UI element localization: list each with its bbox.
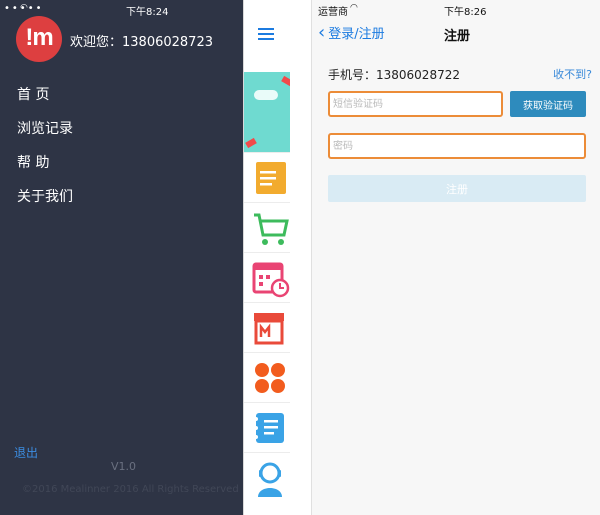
- back-button-label: 登录/注册: [328, 27, 385, 42]
- status-bar: 运营商 ◠ 下午8:26: [312, 0, 600, 18]
- logout-link[interactable]: 退出: [14, 444, 38, 461]
- register-button[interactable]: 注册: [328, 175, 586, 202]
- document-icon: [256, 162, 286, 194]
- phone-number-label: 手机号：13806028722: [328, 68, 460, 82]
- hamburger-menu-icon[interactable]: [258, 28, 274, 40]
- notebook-icon-cell[interactable]: [244, 402, 290, 452]
- menu-item-history[interactable]: 浏览记录: [17, 120, 73, 154]
- chevron-left-icon: ‹: [318, 21, 326, 43]
- status-time: 下午8:24: [126, 7, 169, 18]
- grid-icon: [255, 363, 285, 393]
- not-received-link[interactable]: 收不到?: [553, 66, 592, 82]
- version-label: V1.0: [111, 460, 137, 473]
- calendar-clock-icon: [252, 262, 290, 298]
- carrier-label: 运营商: [318, 7, 348, 18]
- get-code-button[interactable]: 获取验证码: [510, 91, 586, 117]
- drawer-menu: 首 页 浏览记录 帮 助 关于我们: [17, 86, 73, 222]
- welcome-text: 欢迎您：13806028723: [70, 35, 213, 50]
- store-icon: [254, 313, 284, 345]
- document-icon-cell[interactable]: [244, 152, 290, 202]
- wifi-icon: ◠: [20, 3, 28, 13]
- cart-icon-cell[interactable]: [244, 202, 290, 252]
- banner-image[interactable]: [244, 72, 290, 152]
- nav-bar: ‹ 登录/注册 注册: [312, 18, 600, 48]
- service-agent-icon: [258, 462, 282, 497]
- main-content-peek[interactable]: [243, 0, 290, 515]
- menu-item-about[interactable]: 关于我们: [17, 188, 73, 222]
- right-phone-screen: 运营商 ◠ 下午8:26 ‹ 登录/注册 注册 手机号：13806028722 …: [311, 0, 600, 515]
- menu-item-home[interactable]: 首 页: [17, 86, 73, 120]
- service-icon-cell[interactable]: [244, 452, 290, 502]
- cart-icon: [254, 213, 289, 245]
- sms-code-input[interactable]: [328, 91, 503, 117]
- page-title: 注册: [444, 29, 471, 44]
- password-input[interactable]: [328, 133, 586, 159]
- back-button[interactable]: ‹ 登录/注册: [318, 23, 385, 42]
- avatar[interactable]: !m: [16, 16, 62, 62]
- notebook-icon: [254, 413, 284, 443]
- wifi-icon: ◠: [350, 3, 358, 13]
- grid-icon-cell[interactable]: [244, 352, 290, 402]
- left-phone-screen: ••••• ◠ 下午8:24 !m 欢迎您：13806028723 首 页 浏览…: [0, 0, 290, 515]
- store-icon-cell[interactable]: [244, 302, 290, 352]
- status-time: 下午8:26: [444, 7, 487, 18]
- copyright-text: ©2016 Mealinner 2016 All Rights Reserved: [22, 484, 239, 495]
- calendar-icon-cell[interactable]: [244, 252, 290, 302]
- side-drawer: ••••• ◠ 下午8:24 !m 欢迎您：13806028723 首 页 浏览…: [0, 0, 243, 515]
- menu-item-help[interactable]: 帮 助: [17, 154, 73, 188]
